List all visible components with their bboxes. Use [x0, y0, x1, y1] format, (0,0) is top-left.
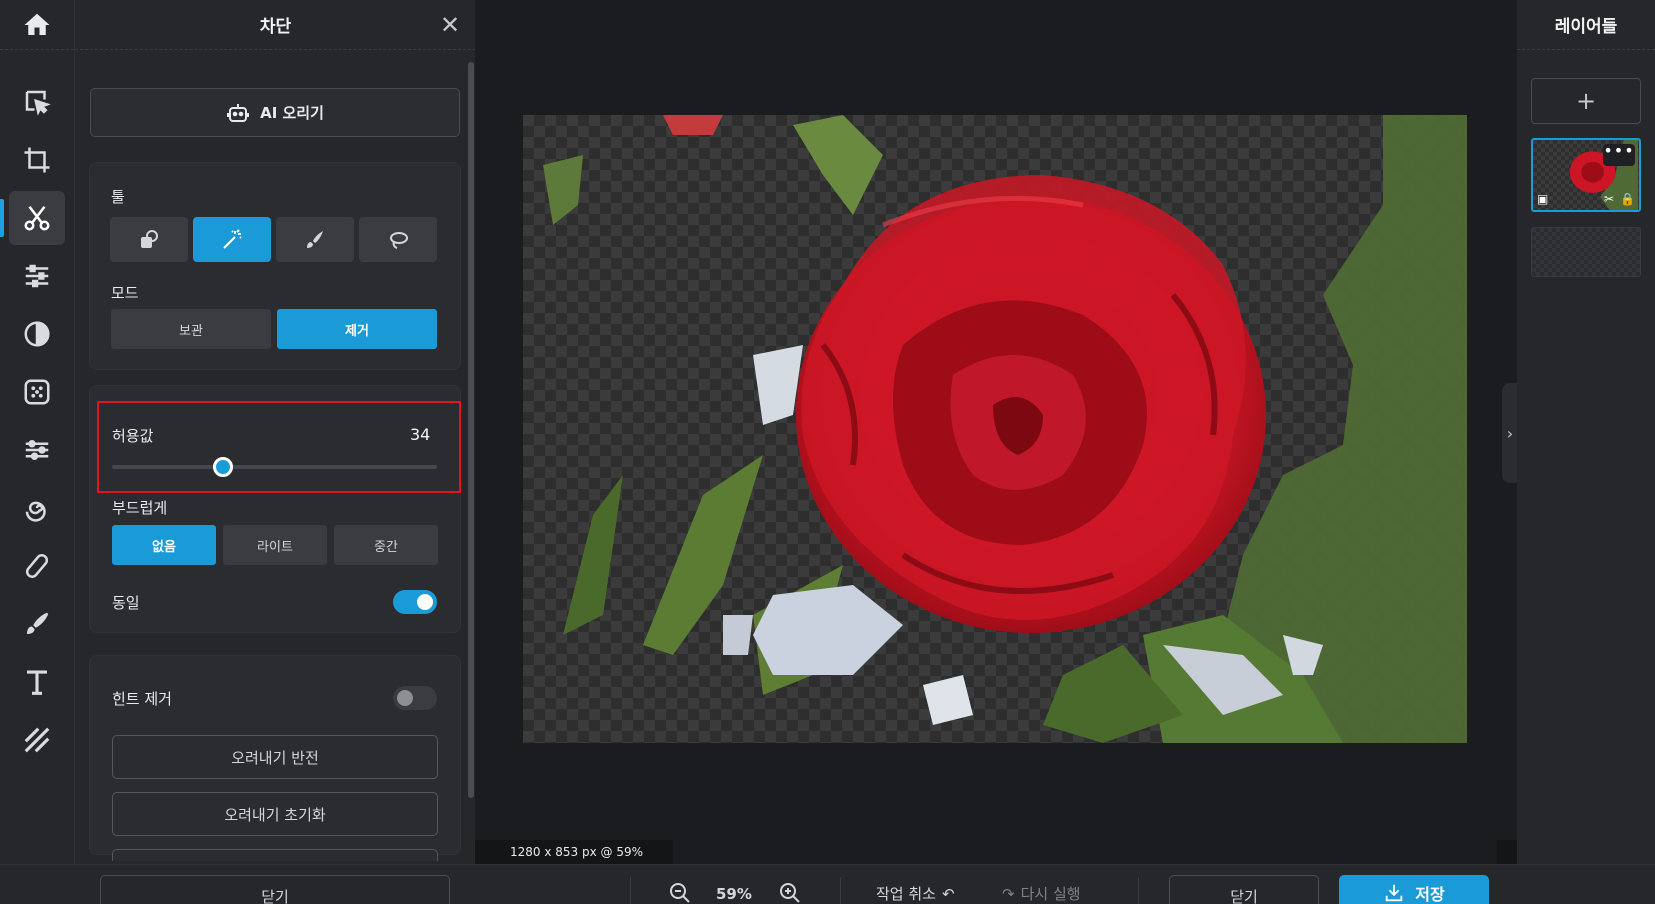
- panel-header: 차단 ✕: [75, 0, 476, 50]
- hint-toggle[interactable]: [393, 686, 437, 710]
- zoom-out-icon[interactable]: [668, 881, 692, 904]
- redo-label: 다시 실행: [1020, 885, 1081, 903]
- shapes-icon: [141, 229, 158, 248]
- layer-background-thumbnail[interactable]: [1531, 227, 1641, 277]
- select-tool-icon[interactable]: [9, 75, 65, 129]
- robot-icon: [227, 103, 250, 122]
- undo-button[interactable]: 작업 취소 ↶: [876, 883, 955, 904]
- redo-icon: ↷: [1002, 884, 1015, 903]
- ai-cutout-label: AI 오리기: [260, 104, 324, 122]
- panel-close-button[interactable]: 닫기: [100, 875, 450, 904]
- chevron-right-icon[interactable]: ›: [1502, 383, 1518, 483]
- close-icon[interactable]: ✕: [438, 13, 462, 37]
- brush-icon: [307, 230, 323, 248]
- divider: [1138, 877, 1139, 904]
- tolerance-slider[interactable]: [112, 457, 437, 477]
- redo-button[interactable]: ↷ 다시 실행: [1002, 883, 1081, 904]
- smooth-none-button[interactable]: 없음: [112, 525, 216, 565]
- swirl-tool-icon[interactable]: [9, 481, 65, 535]
- divider: [840, 877, 841, 904]
- layer-thumbnail[interactable]: ••• ▣ ✂ 🔒: [1531, 138, 1641, 212]
- contrast-tool-icon[interactable]: [9, 307, 65, 361]
- cutout-tool-icon[interactable]: [0, 191, 65, 245]
- download-icon: [1386, 884, 1403, 902]
- tolerance-label: 허용값: [112, 427, 154, 445]
- panel-scrollbar[interactable]: [468, 62, 474, 798]
- layers-panel: 레이어들 + ••• ▣ ✂ 🔒: [1517, 0, 1655, 904]
- invert-cutout-button[interactable]: 오려내기 반전: [112, 735, 438, 779]
- mode-remove-button[interactable]: 제거: [277, 309, 437, 349]
- cutout-image[interactable]: [523, 115, 1467, 743]
- zoom-in-icon[interactable]: [778, 881, 802, 904]
- save-label: 저장: [1415, 885, 1445, 904]
- tolerance-highlight: [97, 401, 461, 493]
- same-toggle[interactable]: [393, 590, 437, 614]
- more-button[interactable]: [112, 849, 438, 861]
- adjust-tool-icon[interactable]: [9, 249, 65, 303]
- tool-magic-wand-button[interactable]: [193, 217, 271, 262]
- smooth-medium-button[interactable]: 중간: [334, 525, 438, 565]
- scissors-icon: ✂: [1603, 192, 1615, 206]
- undo-label: 작업 취소: [876, 885, 936, 903]
- tolerance-slider-knob[interactable]: [212, 457, 233, 477]
- smooth-label: 부드럽게: [112, 499, 168, 517]
- tool-label: 툴: [111, 188, 125, 206]
- text-tool-icon[interactable]: [9, 655, 65, 709]
- reset-cutout-button[interactable]: 오려내기 초기화: [112, 792, 438, 836]
- undo-icon: ↶: [941, 884, 955, 903]
- mode-keep-button[interactable]: 보관: [111, 309, 271, 349]
- panel-title: 차단: [259, 17, 292, 37]
- texture-tool-icon[interactable]: [9, 713, 65, 767]
- paint-tool-icon[interactable]: [9, 597, 65, 651]
- mode-label: 모드: [111, 284, 139, 302]
- tolerance-value: 34: [410, 425, 431, 444]
- same-label: 동일: [112, 594, 140, 612]
- layer-icons: ▣ ✂ 🔒: [1537, 192, 1635, 206]
- lock-icon[interactable]: 🔒: [1620, 192, 1635, 206]
- tool-rail: [0, 0, 74, 904]
- close-button[interactable]: 닫기: [1169, 875, 1319, 904]
- save-button[interactable]: 저장: [1339, 875, 1489, 904]
- zoom-level: 59%: [716, 885, 752, 903]
- retouch-tool-icon[interactable]: [9, 539, 65, 593]
- tool-eraser-button[interactable]: [110, 217, 188, 262]
- image-icon: ▣: [1537, 192, 1549, 206]
- filter-tool-icon[interactable]: [9, 423, 65, 477]
- magic-wand-icon: [223, 228, 242, 249]
- rose-image: [543, 115, 1467, 743]
- more-options-icon[interactable]: •••: [1603, 143, 1635, 166]
- layers-title: 레이어들: [1517, 0, 1655, 50]
- effects-tool-icon[interactable]: [9, 365, 65, 419]
- smooth-light-button[interactable]: 라이트: [223, 525, 327, 565]
- hint-label: 힌트 제거: [112, 690, 172, 708]
- dims-spacer: [1497, 840, 1517, 864]
- lasso-icon: [390, 231, 408, 249]
- tool-lasso-button[interactable]: [359, 217, 437, 262]
- bottom-bar: 닫기 59% 작업 취소 ↶ ↷ 다시 실행 닫기 저장: [0, 864, 1655, 904]
- divider: [630, 877, 631, 904]
- add-layer-button[interactable]: +: [1531, 78, 1641, 124]
- tool-brush-button[interactable]: [276, 217, 354, 262]
- image-dimensions: 1280 x 853 px @ 59%: [475, 840, 673, 864]
- ai-cutout-button[interactable]: AI 오리기: [90, 88, 460, 137]
- home-icon[interactable]: [0, 0, 74, 50]
- crop-tool-icon[interactable]: [9, 133, 65, 187]
